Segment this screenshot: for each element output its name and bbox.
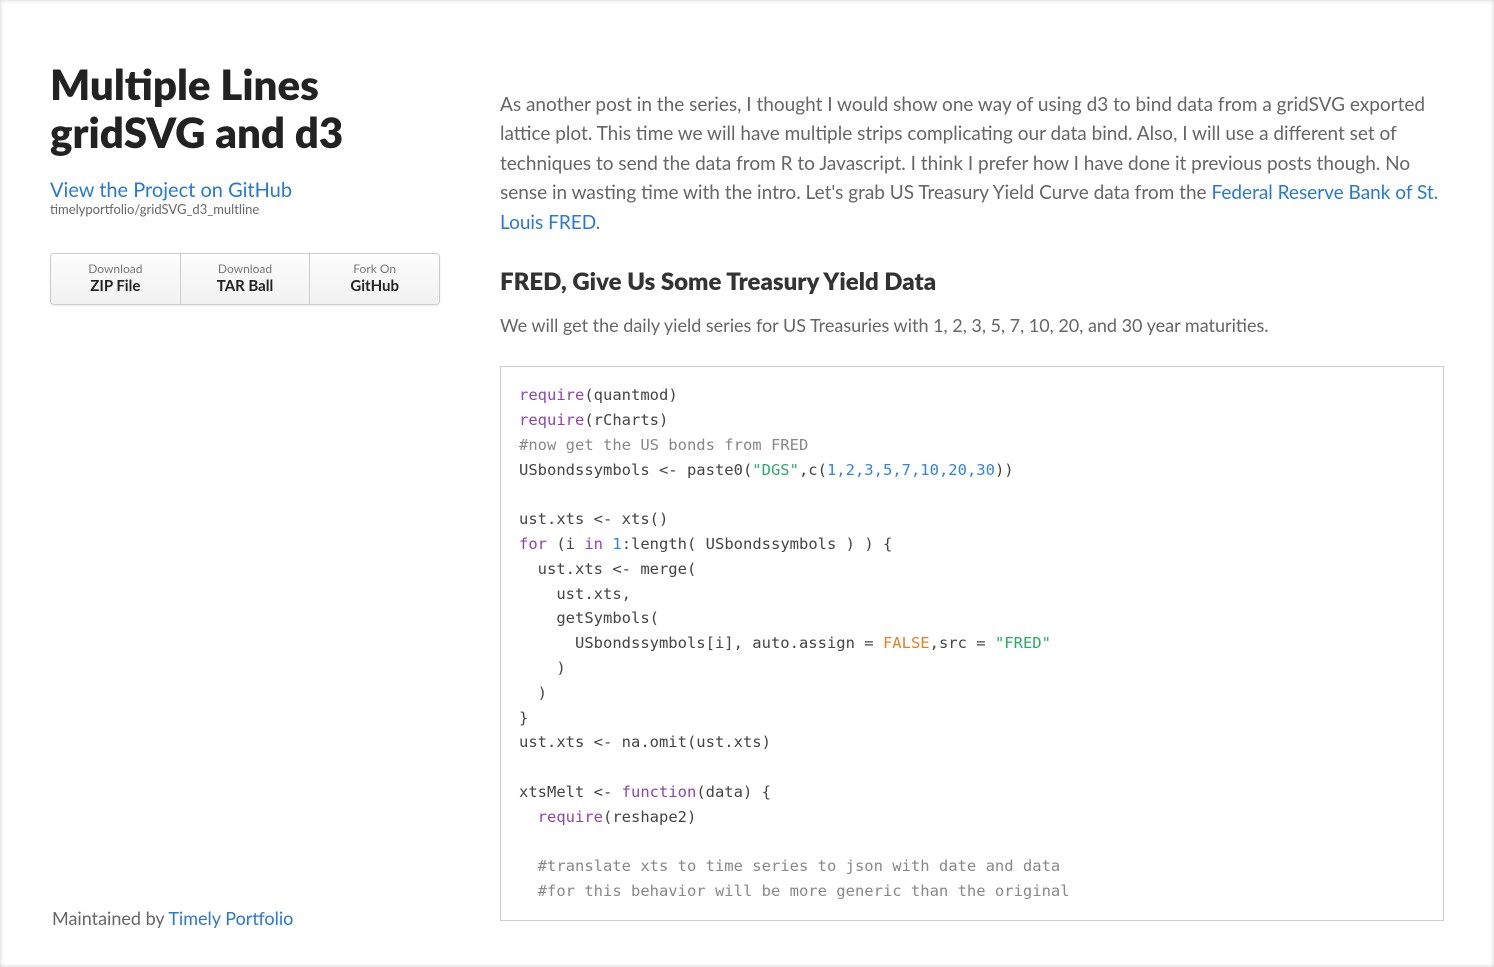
- fork-github-button[interactable]: Fork On GitHub: [310, 254, 439, 305]
- fork-github-small: Fork On: [314, 262, 435, 275]
- code-token: ust.xts <- na.omit(ust.xts): [519, 733, 771, 751]
- page-title: Multiple Lines gridSVG and d3: [50, 60, 440, 157]
- code-token: [519, 808, 538, 826]
- repo-path: timelyportfolio/gridSVG_d3_multline: [50, 201, 440, 217]
- download-zip-small: Download: [55, 262, 176, 275]
- code-token: }: [519, 709, 528, 727]
- download-tar-small: Download: [185, 262, 306, 275]
- code-keyword: function: [622, 783, 697, 801]
- code-token: )): [995, 461, 1014, 479]
- code-token: [603, 535, 612, 553]
- fork-github-big: GitHub: [350, 277, 399, 295]
- code-token: require: [519, 386, 584, 404]
- code-token: (i: [547, 535, 584, 553]
- code-token: (reshape2): [603, 808, 696, 826]
- sidebar: Multiple Lines gridSVG and d3 View the P…: [50, 60, 440, 921]
- intro-text-suffix: .: [596, 211, 600, 234]
- code-string: "DGS": [752, 461, 799, 479]
- code-keyword: require: [538, 808, 603, 826]
- code-keyword: in: [584, 535, 603, 553]
- download-tar-button[interactable]: Download TAR Ball: [181, 254, 311, 305]
- section-heading: FRED, Give Us Some Treasury Yield Data: [500, 267, 1444, 296]
- code-token: USbondssymbols <- paste0(: [519, 461, 752, 479]
- section-subtext: We will get the daily yield series for U…: [500, 314, 1444, 336]
- code-number: 1: [612, 535, 621, 553]
- maintained-prefix: Maintained by: [52, 907, 168, 929]
- code-token: ust.xts,: [519, 585, 631, 603]
- code-comment: #now get the US bonds from FRED: [519, 436, 808, 454]
- intro-paragraph: As another post in the series, I thought…: [500, 90, 1444, 237]
- code-token: xtsMelt <-: [519, 783, 622, 801]
- code-token: ust.xts <- merge(: [519, 560, 696, 578]
- code-number: 1,2,3,5,7,10,20,30: [827, 461, 995, 479]
- download-button-row: Download ZIP File Download TAR Ball Fork…: [50, 253, 440, 306]
- project-github-link[interactable]: View the Project on GitHub: [50, 179, 440, 201]
- download-zip-button[interactable]: Download ZIP File: [51, 254, 181, 305]
- code-token: :length( USbondssymbols ) ) {: [622, 535, 893, 553]
- download-tar-big: TAR Ball: [217, 277, 273, 295]
- code-token: (rCharts): [584, 411, 668, 429]
- code-token: USbondssymbols[i], auto.assign =: [519, 634, 883, 652]
- code-token: getSymbols(: [519, 609, 659, 627]
- code-bool: FALSE: [883, 634, 930, 652]
- maintained-by: Maintained by Timely Portfolio: [52, 907, 293, 929]
- code-block: require(quantmod) require(rCharts) #now …: [500, 366, 1444, 921]
- code-token: ,c(: [799, 461, 827, 479]
- code-token: (quantmod): [584, 386, 677, 404]
- maintainer-link[interactable]: Timely Portfolio: [168, 907, 293, 929]
- code-token: require: [519, 411, 584, 429]
- code-comment: #translate xts to time series to json wi…: [519, 857, 1060, 875]
- code-token: (data) {: [696, 783, 771, 801]
- main-content: As another post in the series, I thought…: [440, 60, 1444, 921]
- code-token: ust.xts <- xts(): [519, 510, 668, 528]
- code-token: ): [519, 659, 566, 677]
- code-string: "FRED": [995, 634, 1051, 652]
- code-token: ,src =: [930, 634, 995, 652]
- code-keyword: for: [519, 535, 547, 553]
- download-zip-big: ZIP File: [90, 277, 140, 295]
- code-comment: #for this behavior will be more generic …: [519, 882, 1070, 900]
- code-token: ): [519, 684, 547, 702]
